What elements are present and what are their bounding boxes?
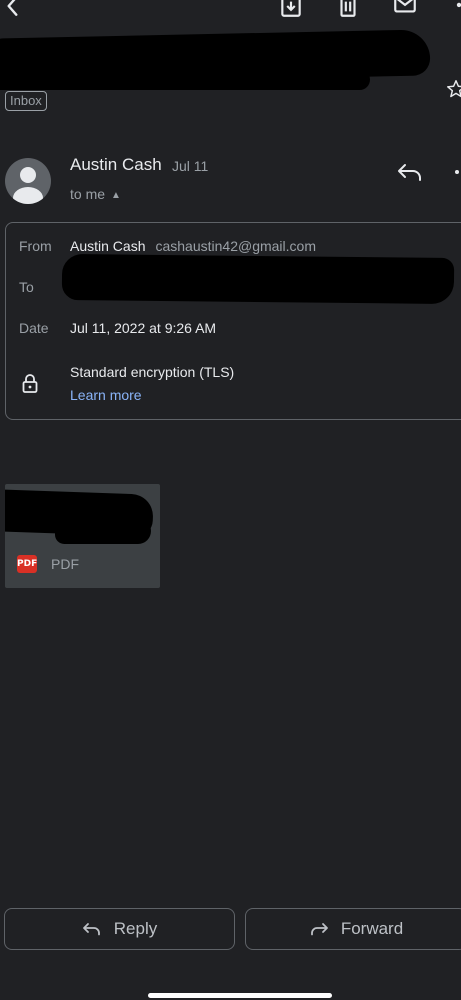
recipients-toggle[interactable]: to me ▲ — [70, 186, 121, 202]
reply-label: Reply — [113, 919, 158, 938]
person-icon — [13, 167, 43, 204]
more-vert-icon[interactable] — [450, 162, 461, 186]
from-label: From — [19, 238, 52, 254]
recipient-summary: to me — [70, 186, 106, 202]
date-value: Jul 11, 2022 at 9:26 AM — [70, 320, 217, 336]
reply-icon — [82, 923, 100, 936]
reply-button[interactable]: Reply — [4, 908, 235, 950]
encryption-status: Standard encryption (TLS) — [70, 364, 235, 380]
inbox-label[interactable]: Inbox — [5, 91, 47, 111]
date-label: Date — [19, 320, 49, 336]
reply-icon[interactable] — [396, 160, 424, 184]
trash-icon[interactable] — [333, 0, 363, 20]
chevron-up-icon: ▲ — [111, 190, 121, 201]
more-vert-icon[interactable] — [444, 0, 461, 20]
star-outline-icon[interactable] — [445, 78, 461, 100]
lock-icon — [22, 374, 38, 393]
mail-icon[interactable] — [390, 0, 420, 20]
avatar[interactable] — [5, 158, 51, 204]
back-arrow-icon[interactable] — [0, 0, 28, 20]
redacted-subject-2 — [0, 62, 370, 90]
email-view: Inbox Austin Cash Jul 11 to me ▲ From Aus… — [0, 0, 461, 1000]
message-date: Jul 11 — [172, 158, 209, 174]
pdf-icon: PDF — [17, 555, 37, 573]
forward-button[interactable]: Forward — [245, 908, 461, 950]
redacted-attachment-name-2 — [55, 518, 151, 544]
forward-icon — [310, 923, 328, 936]
to-label: To — [19, 279, 34, 295]
sender-name[interactable]: Austin Cash — [70, 155, 162, 175]
forward-label: Forward — [340, 919, 404, 938]
from-name: Austin Cash — [70, 238, 146, 254]
attachment-type: PDF — [51, 556, 79, 572]
from-value: Austin Cash cashaustin42@gmail.com — [70, 238, 316, 254]
learn-more-link[interactable]: Learn more — [70, 387, 142, 403]
from-email[interactable]: cashaustin42@gmail.com — [155, 238, 316, 254]
home-indicator[interactable] — [148, 993, 332, 998]
attachment-card[interactable]: PDF PDF — [5, 484, 160, 588]
top-toolbar — [0, 0, 461, 22]
archive-icon[interactable] — [276, 0, 306, 20]
redacted-recipient — [61, 253, 455, 305]
message-details-card: From Austin Cash cashaustin42@gmail.com T… — [5, 222, 461, 420]
